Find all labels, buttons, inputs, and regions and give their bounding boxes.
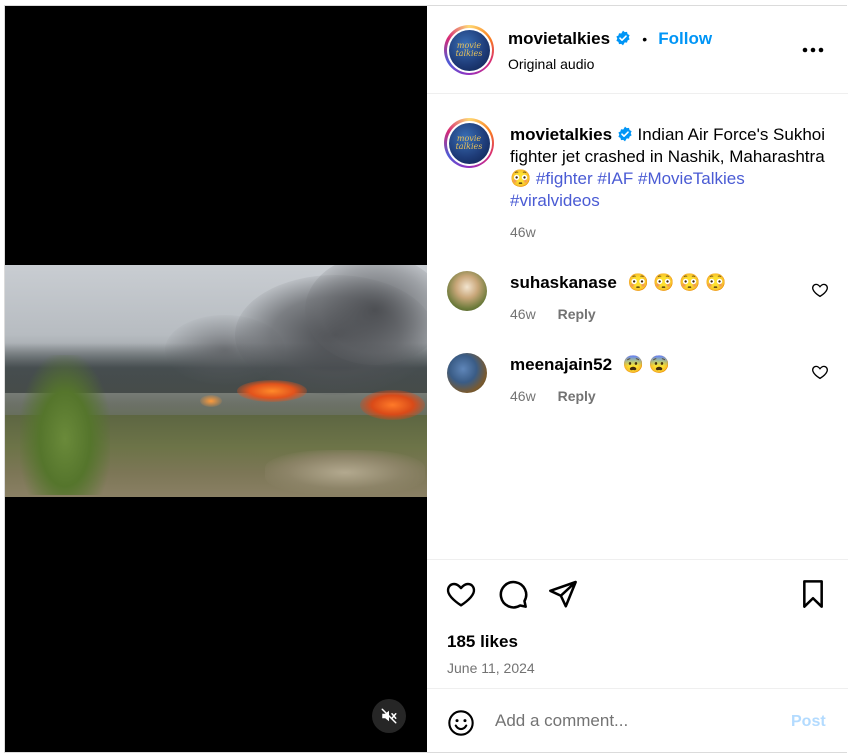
- movietalkies-logo: movie talkies: [448, 29, 490, 71]
- muted-speaker-icon: [381, 708, 397, 724]
- caption-username[interactable]: movietalkies: [510, 125, 612, 144]
- comment-text: 😳 😳 😳 😳: [627, 273, 727, 292]
- commenter-avatar[interactable]: [447, 271, 487, 311]
- mute-button[interactable]: [372, 699, 406, 733]
- video-player[interactable]: [5, 6, 427, 752]
- audio-label[interactable]: Original audio: [508, 56, 594, 72]
- comment-form: Add a comment... Post: [427, 688, 848, 752]
- reply-button[interactable]: Reply: [558, 306, 596, 322]
- separator-dot: •: [642, 31, 648, 47]
- verified-badge-icon: [616, 30, 630, 46]
- verified-badge-icon: [618, 126, 632, 142]
- comment-like-icon[interactable]: [811, 281, 829, 299]
- bookmark-icon[interactable]: [797, 578, 829, 610]
- commenter-avatar[interactable]: [447, 353, 487, 393]
- comment: meenajain52 😨 😨: [510, 354, 670, 376]
- hashtag-movietalkies[interactable]: #MovieTalkies: [638, 169, 745, 188]
- caption-age[interactable]: 46w: [510, 224, 536, 240]
- more-options-button[interactable]: [799, 38, 827, 62]
- comment-age[interactable]: 46w: [510, 388, 536, 404]
- more-options-icon: [802, 47, 824, 53]
- comment-meta: 46w Reply: [510, 306, 596, 322]
- comment-like-icon[interactable]: [811, 363, 829, 381]
- post-dialog: movie talkies movietalkies • Follow Orig…: [4, 5, 848, 753]
- likes-count[interactable]: 185 likes: [447, 632, 518, 652]
- action-bar: 185 likes June 11, 2024: [427, 559, 848, 689]
- movietalkies-logo: movie talkies: [448, 122, 490, 164]
- post-details-panel: movie talkies movietalkies • Follow Orig…: [427, 6, 848, 752]
- comment: suhaskanase 😳 😳 😳 😳: [510, 272, 726, 294]
- caption: movietalkies Indian Air Force's Sukhoi f…: [510, 124, 835, 212]
- hashtag-viralvideos[interactable]: #viralvideos: [510, 191, 600, 210]
- post-button[interactable]: Post: [791, 713, 826, 731]
- caption-author-avatar[interactable]: movie talkies: [444, 118, 494, 168]
- follow-button[interactable]: Follow: [658, 29, 712, 48]
- comment-meta: 46w Reply: [510, 388, 596, 404]
- comment-username[interactable]: meenajain52: [510, 355, 612, 374]
- share-icon[interactable]: [547, 578, 579, 610]
- post-date[interactable]: June 11, 2024: [447, 660, 535, 676]
- comment-input[interactable]: Add a comment...: [495, 711, 628, 731]
- comment-age[interactable]: 46w: [510, 306, 536, 322]
- emoji-icon[interactable]: [447, 709, 475, 737]
- reply-button[interactable]: Reply: [558, 388, 596, 404]
- comment-icon[interactable]: [497, 578, 529, 610]
- video-frame[interactable]: [5, 265, 427, 497]
- comment-username[interactable]: suhaskanase: [510, 273, 617, 292]
- heart-icon[interactable]: [445, 578, 477, 610]
- post-header: movie talkies movietalkies • Follow Orig…: [427, 6, 848, 94]
- author-avatar[interactable]: movie talkies: [444, 25, 494, 75]
- caption-emoji: 😳: [510, 169, 532, 188]
- hashtag-fighter[interactable]: #fighter: [536, 169, 593, 188]
- author-username[interactable]: movietalkies: [508, 29, 610, 48]
- comment-text: 😨 😨: [622, 355, 670, 374]
- hashtag-iaf[interactable]: #IAF: [597, 169, 633, 188]
